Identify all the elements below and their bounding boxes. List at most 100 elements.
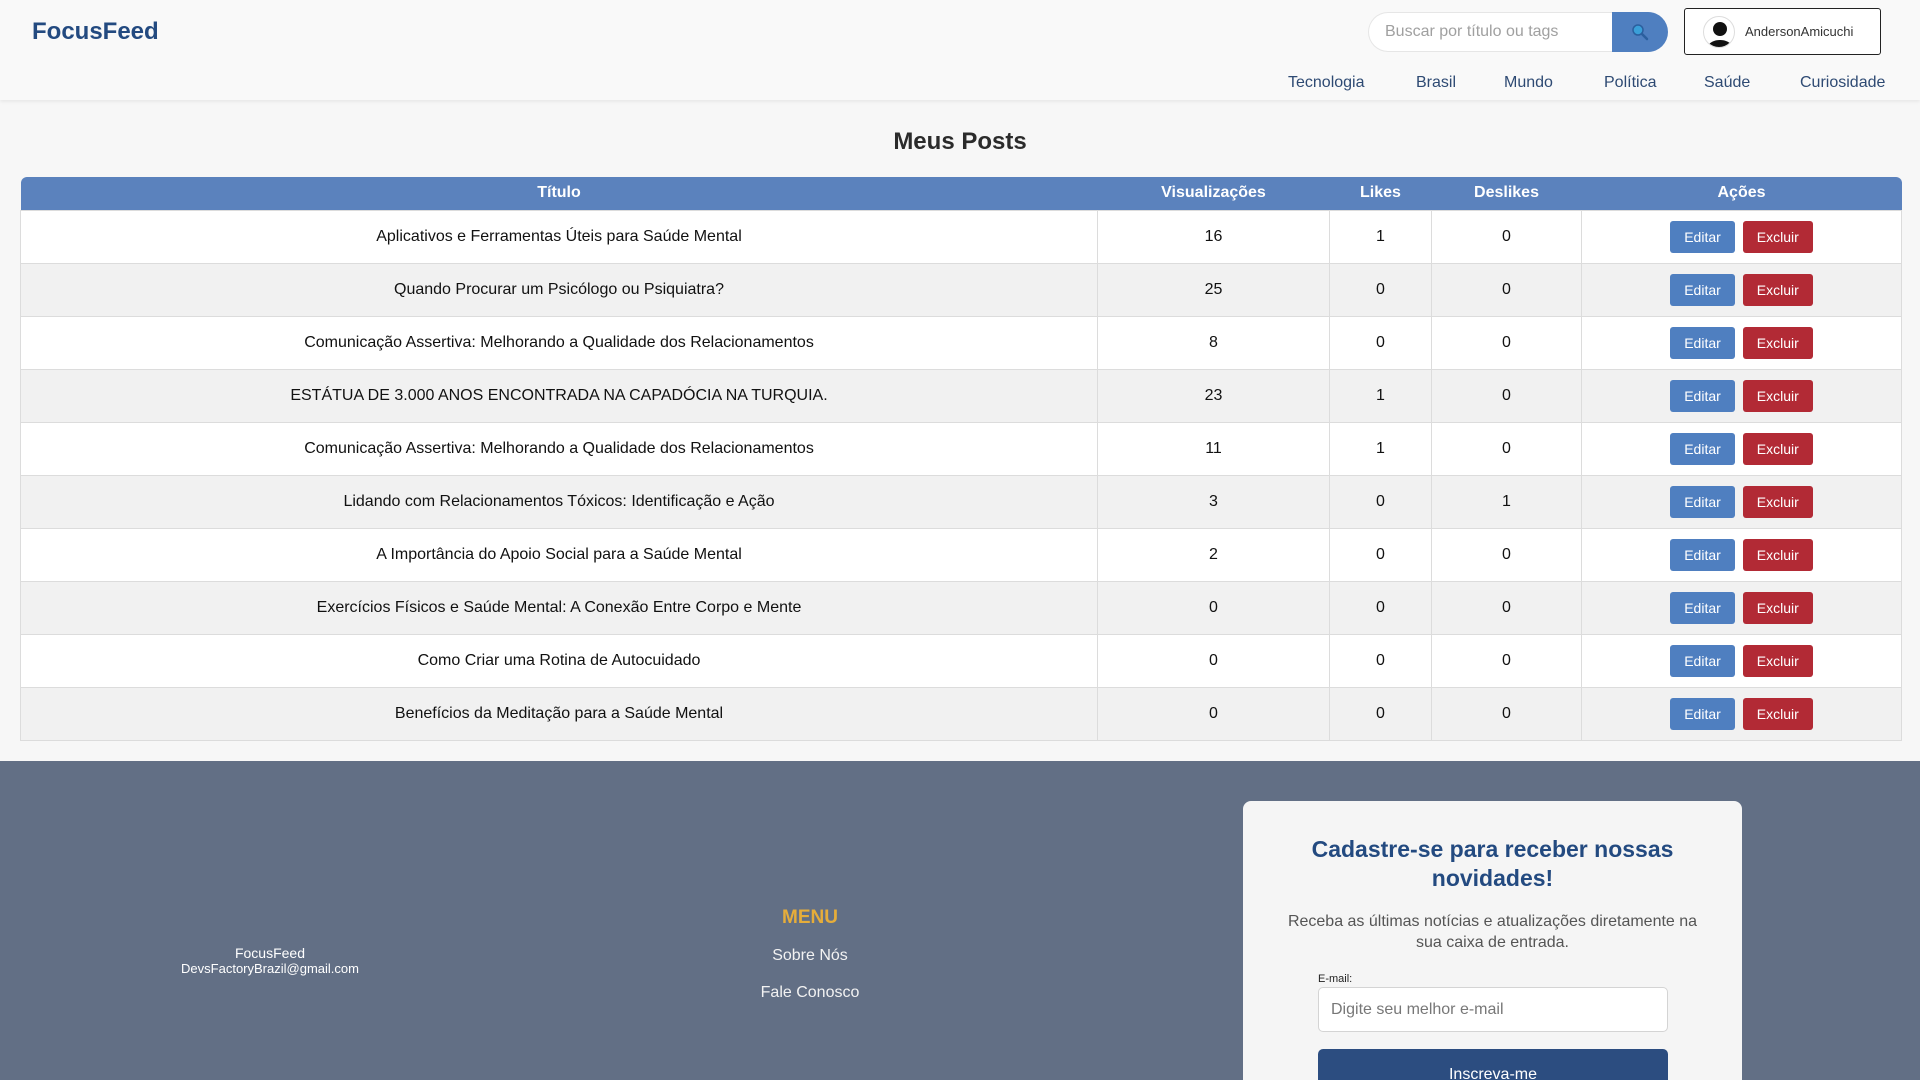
edit-button[interactable]: Editar [1670,379,1735,412]
search-bar [1368,12,1668,52]
post-views: 8 [1097,315,1330,370]
post-dislikes: 0 [1431,262,1582,317]
post-title: Quando Procurar um Psicólogo ou Psiquiat… [20,262,1098,317]
footer-link-about[interactable]: Sobre Nós [700,947,920,965]
table-row: Aplicativos e Ferramentas Úteis para Saú… [20,209,1902,264]
table-row: ESTÁTUA DE 3.000 ANOS ENCONTRADA NA CAPA… [20,368,1902,423]
page-title: Meus Posts [893,128,1027,155]
search-icon [1632,24,1649,41]
column-header-dislikes: Deslikes [1431,177,1582,210]
edit-button[interactable]: Editar [1670,273,1735,306]
table-row: Benefícios da Meditação para a Saúde Men… [20,686,1902,741]
delete-button[interactable]: Excluir [1742,273,1813,306]
post-likes: 0 [1329,686,1432,741]
post-actions: Editar Excluir [1581,368,1902,423]
subscribe-button[interactable]: Inscreva-me [1318,1049,1668,1080]
edit-button[interactable]: Editar [1670,326,1735,359]
delete-button[interactable]: Excluir [1742,697,1813,730]
footer-email: DevsFactoryBrazil@gmail.com [181,961,359,976]
footer-menu: MENU Sobre Nós Fale Conosco [700,907,920,1021]
post-likes: 0 [1329,315,1432,370]
nav-mundo[interactable]: Mundo [1504,74,1553,92]
table-row: A Importância do Apoio Social para a Saú… [20,527,1902,582]
post-actions: Editar Excluir [1581,315,1902,370]
post-likes: 0 [1329,527,1432,582]
post-dislikes: 0 [1431,686,1582,741]
search-button[interactable] [1612,12,1668,52]
post-likes: 1 [1329,368,1432,423]
post-title: A Importância do Apoio Social para a Saú… [20,527,1098,582]
posts-table-body: Aplicativos e Ferramentas Úteis para Saú… [20,209,1902,741]
footer-link-contact[interactable]: Fale Conosco [700,984,920,1002]
delete-button[interactable]: Excluir [1742,591,1813,624]
user-silhouette-icon [1707,21,1733,47]
nav-curiosidade[interactable]: Curiosidade [1800,74,1885,92]
delete-button[interactable]: Excluir [1742,220,1813,253]
column-header-title: Título [20,177,1098,210]
post-views: 16 [1097,209,1330,264]
category-nav: Tecnologia Brasil Mundo Política Saúde C… [0,74,1920,96]
post-actions: Editar Excluir [1581,686,1902,741]
post-views: 25 [1097,262,1330,317]
post-actions: Editar Excluir [1581,580,1902,635]
post-actions: Editar Excluir [1581,421,1902,476]
post-title: Lidando com Relacionamentos Tóxicos: Ide… [20,474,1098,529]
post-likes: 1 [1329,421,1432,476]
user-name: AndersonAmicuchi [1745,24,1854,39]
column-header-actions: Ações [1581,177,1902,210]
nav-tecnologia[interactable]: Tecnologia [1288,74,1365,92]
avatar [1703,15,1735,48]
edit-button[interactable]: Editar [1670,538,1735,571]
post-views: 3 [1097,474,1330,529]
table-row: Lidando com Relacionamentos Tóxicos: Ide… [20,474,1902,529]
post-actions: Editar Excluir [1581,474,1902,529]
newsletter-title: Cadastre-se para receber nossas novidade… [1311,836,1674,891]
edit-button[interactable]: Editar [1670,432,1735,465]
user-profile-button[interactable]: AndersonAmicuchi [1684,8,1881,55]
footer-brand-name: FocusFeed [234,945,306,961]
header: FocusFeed AndersonAmicuchi Tecnologia Br… [0,0,1920,100]
post-dislikes: 0 [1431,527,1582,582]
table-row: Como Criar uma Rotina de Autocuidado 0 0… [20,633,1902,688]
newsletter-email-input[interactable] [1318,987,1668,1032]
post-dislikes: 0 [1431,580,1582,635]
post-title: ESTÁTUA DE 3.000 ANOS ENCONTRADA NA CAPA… [20,368,1098,423]
table-row: Exercícios Físicos e Saúde Mental: A Con… [20,580,1902,635]
edit-button[interactable]: Editar [1670,644,1735,677]
post-views: 11 [1097,421,1330,476]
post-likes: 0 [1329,474,1432,529]
delete-button[interactable]: Excluir [1742,326,1813,359]
table-row: Quando Procurar um Psicólogo ou Psiquiat… [20,262,1902,317]
nav-brasil[interactable]: Brasil [1416,74,1456,92]
post-title: Exercícios Físicos e Saúde Mental: A Con… [20,580,1098,635]
delete-button[interactable]: Excluir [1742,538,1813,571]
nav-saude[interactable]: Saúde [1704,74,1750,92]
brand-logo[interactable]: FocusFeed [32,18,159,46]
nav-politica[interactable]: Política [1604,74,1656,92]
post-title: Aplicativos e Ferramentas Úteis para Saú… [20,209,1098,264]
delete-button[interactable]: Excluir [1742,485,1813,518]
column-header-views: Visualizações [1097,177,1330,210]
post-actions: Editar Excluir [1581,262,1902,317]
delete-button[interactable]: Excluir [1742,379,1813,412]
post-title: Comunicação Assertiva: Melhorando a Qual… [20,315,1098,370]
footer-brand: FocusFeed DevsFactoryBrazil@gmail.com [120,945,420,976]
edit-button[interactable]: Editar [1670,220,1735,253]
post-dislikes: 0 [1431,421,1582,476]
post-views: 23 [1097,368,1330,423]
post-dislikes: 0 [1431,315,1582,370]
email-label: E-mail: [1318,973,1353,985]
edit-button[interactable]: Editar [1670,591,1735,624]
table-row: Comunicação Assertiva: Melhorando a Qual… [20,315,1902,370]
delete-button[interactable]: Excluir [1742,644,1813,677]
post-dislikes: 1 [1431,474,1582,529]
post-dislikes: 0 [1431,633,1582,688]
post-likes: 0 [1329,580,1432,635]
search-input[interactable] [1368,12,1612,52]
delete-button[interactable]: Excluir [1742,432,1813,465]
edit-button[interactable]: Editar [1670,697,1735,730]
table-row: Comunicação Assertiva: Melhorando a Qual… [20,421,1902,476]
edit-button[interactable]: Editar [1670,485,1735,518]
footer: FocusFeed DevsFactoryBrazil@gmail.com ME… [0,761,1920,1080]
post-dislikes: 0 [1431,368,1582,423]
